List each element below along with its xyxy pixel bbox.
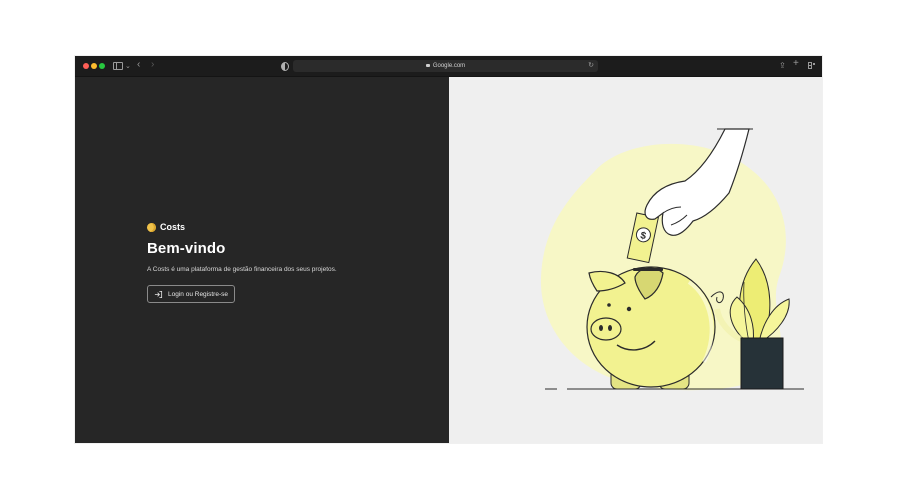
minimize-window-button[interactable] bbox=[91, 63, 97, 69]
lock-icon bbox=[425, 64, 430, 67]
reload-icon[interactable]: ↻ bbox=[588, 60, 594, 72]
browser-window: ⌄ ‹ › Google.com ↻ ⇪ + Costs Bem-vindo A… bbox=[75, 56, 822, 443]
address-bar[interactable]: Google.com ↻ bbox=[293, 60, 598, 72]
new-tab-icon[interactable]: + bbox=[793, 58, 799, 70]
page-title: Bem-vindo bbox=[147, 240, 226, 257]
chevron-down-icon[interactable]: ⌄ bbox=[125, 61, 131, 73]
login-icon bbox=[154, 290, 163, 298]
login-button[interactable]: Login ou Registre-se bbox=[147, 285, 235, 303]
shield-icon[interactable] bbox=[281, 62, 289, 71]
brand-name: Costs bbox=[160, 222, 186, 232]
piggy-bank-illustration: $ bbox=[540, 128, 804, 391]
coin-icon bbox=[145, 221, 158, 233]
browser-toolbar: ⌄ ‹ › Google.com ↻ ⇪ + bbox=[75, 56, 822, 77]
illustration-panel: $ bbox=[449, 77, 822, 443]
login-button-label: Login ou Registre-se bbox=[168, 290, 228, 298]
zoom-window-button[interactable] bbox=[99, 63, 105, 69]
share-icon[interactable]: ⇪ bbox=[779, 60, 786, 72]
close-window-button[interactable] bbox=[83, 63, 89, 69]
sidebar-icon[interactable] bbox=[113, 62, 123, 70]
tab-overview-icon[interactable] bbox=[808, 62, 814, 69]
welcome-panel: Costs Bem-vindo A Costs é uma plataforma… bbox=[75, 77, 449, 443]
brand: Costs bbox=[145, 221, 186, 233]
url-text: Google.com bbox=[432, 63, 466, 69]
forward-icon[interactable]: › bbox=[151, 59, 154, 71]
back-icon[interactable]: ‹ bbox=[137, 59, 140, 71]
page-subtitle: A Costs é uma plataforma de gestão finan… bbox=[147, 266, 337, 273]
